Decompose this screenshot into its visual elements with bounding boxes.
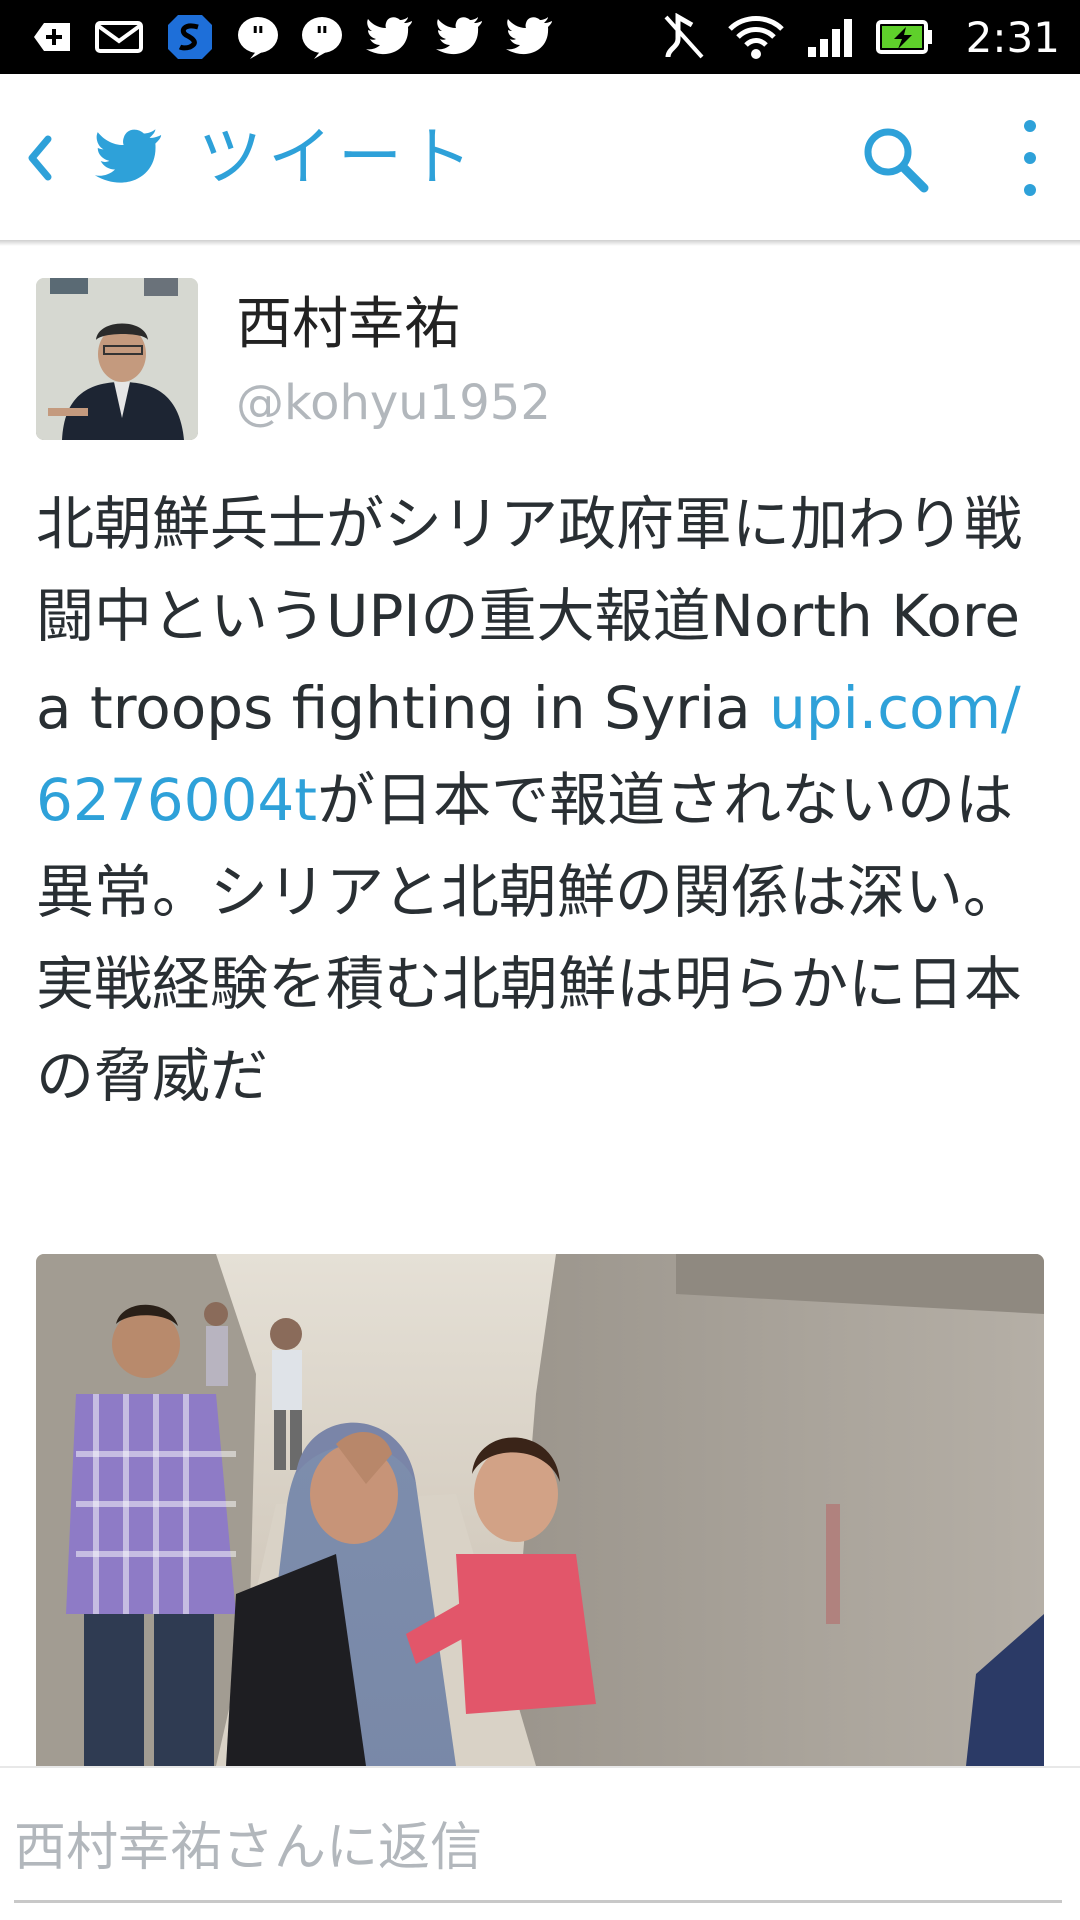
twitter-logo-icon[interactable] — [92, 122, 164, 194]
quote-icon: " — [300, 15, 344, 59]
chevron-left-icon — [28, 135, 52, 181]
author-name[interactable]: 西村幸祐 — [236, 290, 460, 360]
avatar-image — [36, 278, 198, 440]
status-bar: " " 2:31 — [0, 0, 1080, 74]
avatar[interactable] — [36, 278, 198, 440]
search-icon — [864, 128, 929, 193]
app-bar-divider — [0, 240, 1080, 246]
app-bar: ツイート — [0, 74, 1080, 242]
wifi-icon — [727, 13, 784, 61]
overflow-dot — [1024, 152, 1036, 164]
overflow-dot — [1024, 184, 1036, 196]
screen: " " 2:31 ツイート 西村幸祐 @kohyu1952 北朝鮮兵士がシリア政… — [0, 0, 1080, 1920]
back-button[interactable] — [14, 126, 64, 190]
signal-icon — [806, 15, 854, 59]
overflow-menu-button[interactable] — [1010, 120, 1050, 196]
tweet-photo[interactable] — [36, 1254, 1044, 1766]
page-title: ツイート — [198, 121, 478, 195]
mail-icon — [94, 15, 144, 59]
svg-text:": " — [315, 22, 329, 52]
s-app-icon — [164, 11, 216, 63]
twitter-bird-icon — [504, 15, 554, 59]
notification-icons: " " — [30, 10, 554, 64]
reply-bar — [0, 1766, 1080, 1920]
reply-input[interactable] — [14, 1808, 1054, 1888]
svg-text:": " — [251, 22, 265, 52]
photo-icon — [36, 1254, 1044, 1766]
reply-input-underline — [14, 1900, 1062, 1903]
overflow-dot — [1024, 120, 1036, 132]
battery-charging-icon — [875, 19, 934, 55]
search-button[interactable] — [860, 124, 930, 194]
author-handle[interactable]: @kohyu1952 — [236, 372, 551, 434]
add-notification-icon — [30, 15, 74, 59]
tweet-text: 北朝鮮兵士がシリア政府軍に加わり戦闘中というUPIの重大報道North Kore… — [36, 478, 1046, 1122]
twitter-bird-icon — [364, 15, 414, 59]
status-time: 2:31 — [965, 12, 1060, 62]
quote-icon: " — [236, 15, 280, 59]
nfc-icon — [662, 13, 706, 61]
system-icons: 2:31 — [662, 10, 1060, 64]
twitter-bird-icon — [434, 15, 484, 59]
